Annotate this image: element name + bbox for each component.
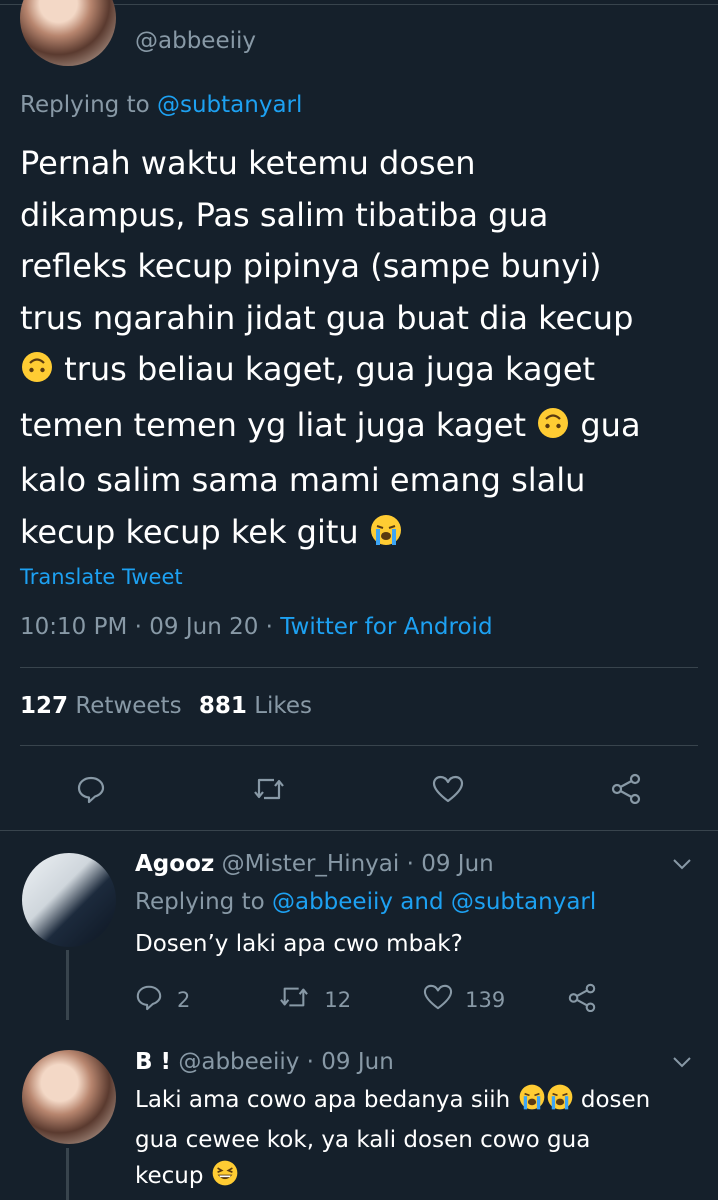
like-count: 139 [465, 987, 506, 1012]
reply-text: Laki ama cowo apa bedanya siih dosen gua… [135, 1082, 650, 1198]
tweet-date: 09 Jun 20 [149, 614, 259, 640]
likes-stat[interactable]: 881 Likes [199, 693, 312, 719]
loudly-crying-face-icon [518, 1083, 546, 1122]
reply-count: 2 [177, 987, 191, 1012]
reply-line-text: Laki ama cowo apa bedanya siih [135, 1087, 518, 1113]
reply-line: Laki ama cowo apa bedanya siih dosen [135, 1082, 650, 1122]
reply-author-name[interactable]: B ! [135, 1049, 171, 1075]
replying-label: Replying to [20, 92, 150, 118]
reply-text: Dosen’y laki apa cwo mbak? [135, 931, 463, 957]
author-handle[interactable]: @abbeeiiy [135, 28, 256, 54]
reply-avatar[interactable] [22, 853, 116, 947]
reply-replying-to: Replying to @abbeeiiy and @subtanyarl [135, 884, 596, 920]
translate-tweet-link[interactable]: Translate Tweet [20, 565, 183, 589]
retweet-button[interactable] [252, 774, 286, 804]
meta-separator: · [134, 614, 142, 640]
tweet-source[interactable]: Twitter for Android [280, 614, 492, 640]
reply-author-name[interactable]: Agooz [135, 851, 214, 877]
reply-date: 09 Jun [321, 1049, 394, 1075]
upside-down-face-icon [20, 348, 54, 400]
retweets-label: Retweets [75, 693, 182, 719]
reply-line: kecup [135, 1158, 650, 1198]
share-icon [567, 983, 597, 1017]
share-button[interactable] [610, 772, 642, 804]
reply-line: gua cewee kok, ya kali dosen cowo gua [135, 1127, 591, 1153]
reply-author-handle[interactable]: @Mister_Hinyai [222, 851, 400, 877]
reply-share-button[interactable] [567, 982, 597, 1017]
tweet-line: dikampus, Pas salim tibatiba gua [20, 195, 549, 234]
replying-mention[interactable]: @subtanyarl [157, 92, 302, 118]
retweets-count: 127 [20, 693, 69, 719]
avatar[interactable] [20, 0, 116, 66]
like-icon [432, 774, 464, 804]
thread-line [66, 1148, 69, 1200]
meta-separator: · [265, 614, 273, 640]
tweet-line-text: kecup kecup kek gitu [20, 512, 369, 551]
tweet-time: 10:10 PM [20, 614, 128, 640]
tweet-meta: 10:10 PM · 09 Jun 20 · Twitter for Andro… [20, 614, 493, 640]
reply-avatar[interactable] [22, 1050, 116, 1144]
share-icon [610, 772, 642, 804]
divider [20, 667, 698, 668]
retweet-icon [252, 774, 286, 804]
tweet-line-text: temen temen yg liat juga kaget [20, 405, 537, 444]
reply-dot: · [306, 1049, 314, 1075]
retweet-count: 12 [324, 987, 352, 1012]
divider [0, 830, 718, 831]
like-button[interactable] [432, 774, 464, 804]
tweet-line: kecup kecup kek gitu [20, 507, 641, 563]
reply-icon [135, 983, 163, 1016]
reply-menu-button[interactable] [670, 1050, 694, 1078]
likes-count: 881 [198, 693, 247, 719]
loudly-crying-face-icon [369, 511, 403, 563]
reply-like-button[interactable]: 139 [423, 983, 505, 1016]
replying-mentions[interactable]: @abbeeiiy and @subtanyarl [272, 889, 596, 915]
tweet-line: trus ngarahin jidat gua buat dia kecup [20, 298, 634, 337]
reply-dot: · [406, 851, 414, 877]
reply-header: Agooz @Mister_Hinyai · 09 Jun [135, 846, 494, 882]
thread-line [66, 950, 69, 1020]
retweets-stat[interactable]: 127 Retweets [20, 693, 189, 719]
chevron-down-icon [670, 859, 694, 880]
tweet-stats: 127 Retweets 881 Likes [20, 693, 312, 719]
retweet-icon [278, 983, 310, 1016]
reply-author-handle[interactable]: @abbeeiiy [178, 1049, 299, 1075]
reply-header: B ! @abbeeiiy · 09 Jun [135, 1044, 394, 1080]
reply-button[interactable] [76, 774, 106, 804]
reply-date: 09 Jun [421, 851, 494, 877]
reply-icon [76, 774, 106, 804]
tweet-line: refleks kecup pipinya (sampe bunyi) [20, 247, 602, 285]
tweet-line-text: gua [570, 405, 641, 444]
reply-retweet-button[interactable]: 12 [278, 983, 351, 1016]
replying-label: Replying to [135, 889, 265, 915]
reply-reply-button[interactable]: 2 [135, 983, 190, 1016]
reply-line-text: kecup [135, 1163, 211, 1189]
reply-actions: 2 12 139 [135, 982, 597, 1017]
tweet-line: trus beliau kaget, gua juga kaget [20, 344, 641, 400]
divider [20, 745, 698, 746]
chevron-down-icon [670, 1057, 694, 1078]
reply-line-text: dosen [573, 1087, 651, 1113]
tweet-line-text: trus beliau kaget, gua juga kaget [54, 350, 596, 388]
replying-to-line: Replying to @subtanyarl [20, 92, 302, 118]
grinning-squinting-face-icon [211, 1159, 239, 1198]
loudly-crying-face-icon [546, 1083, 574, 1122]
tweet-body: Pernah waktu ketemu dosen dikampus, Pas … [20, 138, 641, 562]
like-icon [423, 983, 453, 1016]
reply-menu-button[interactable] [670, 852, 694, 880]
tweet-line: temen temen yg liat juga kaget gua [20, 400, 641, 456]
upside-down-face-icon [536, 404, 570, 456]
tweet-line: kalo salim sama mami emang slalu [20, 461, 586, 499]
tweet-line: Pernah waktu ketemu dosen [20, 144, 476, 182]
likes-label: Likes [254, 693, 313, 719]
